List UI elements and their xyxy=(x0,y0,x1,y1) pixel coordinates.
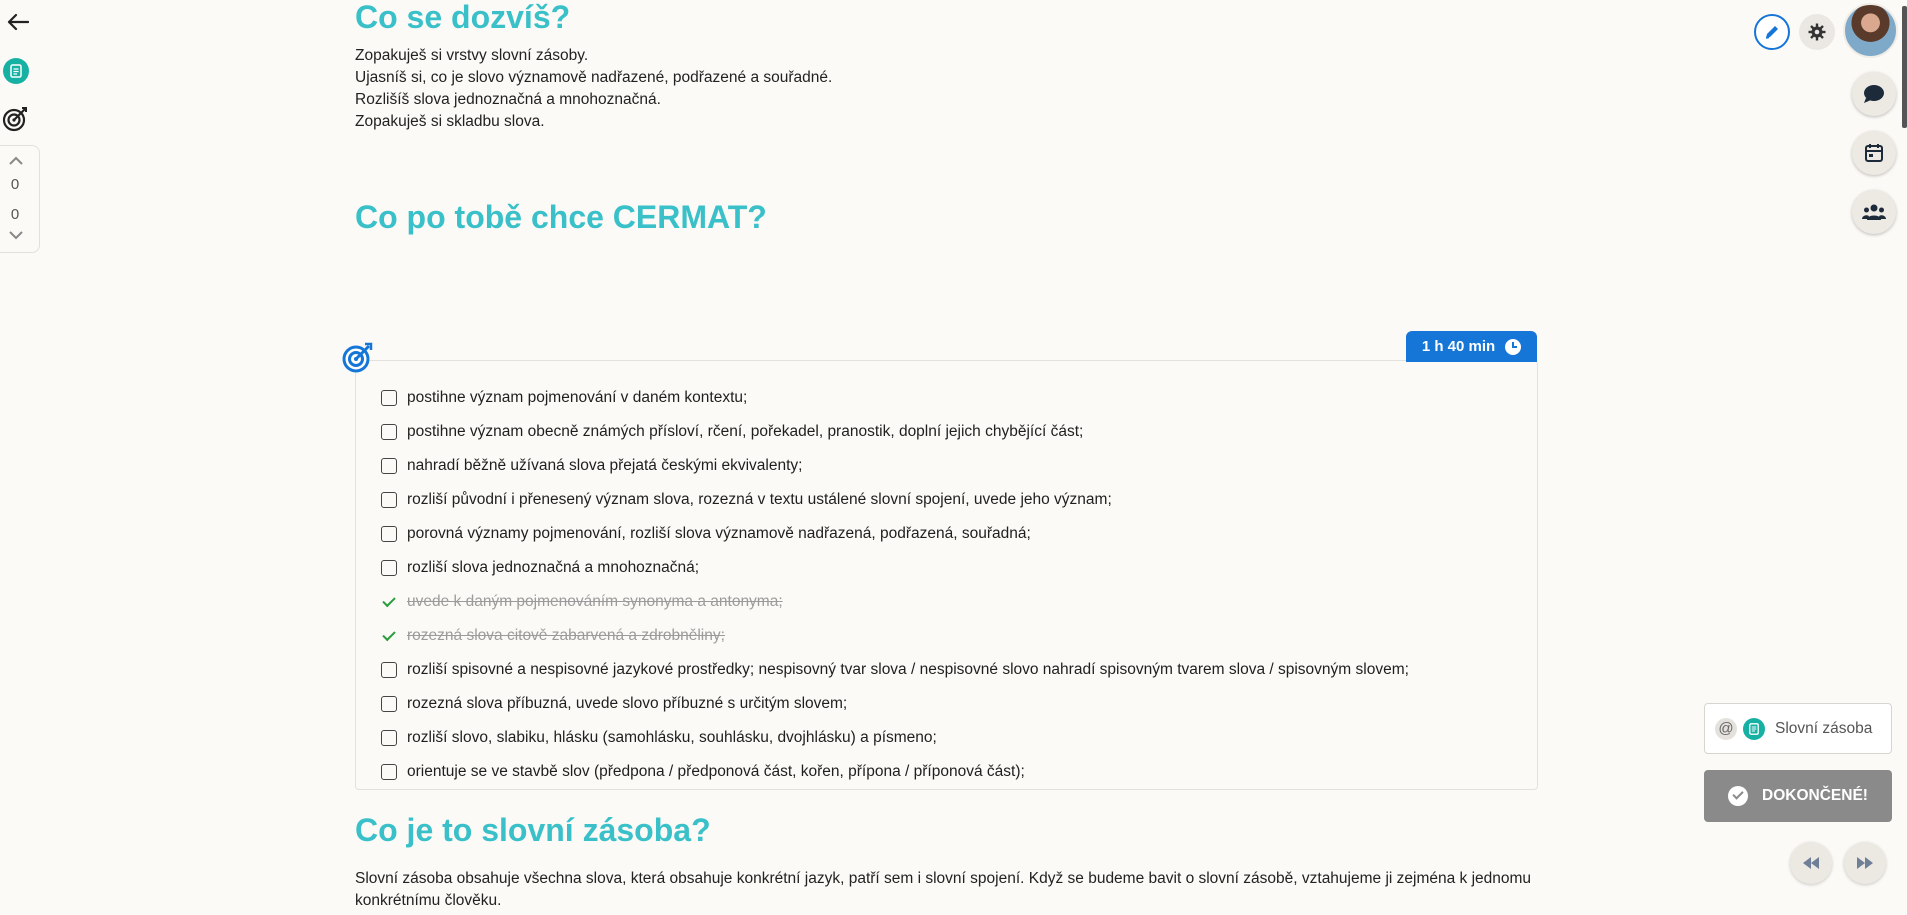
vote-panel: 0 0 xyxy=(0,145,40,253)
chevron-up-icon[interactable] xyxy=(8,154,24,168)
objectives-card: 1 h 40 min postihne význam pojmenování v… xyxy=(342,331,1538,790)
section-title-learn: Co se dozvíš? xyxy=(355,0,571,35)
objective-item: rozliší původní i přenesený význam slova… xyxy=(381,491,1521,525)
objective-item: porovná významy pojmenování, rozliší slo… xyxy=(381,525,1521,559)
target-icon[interactable] xyxy=(2,105,30,133)
objective-item: nahradí běžně užívaná slova přejatá česk… xyxy=(381,457,1521,491)
topic-tag-label: Slovní zásoba xyxy=(1775,719,1873,737)
objective-text: rozezná slova citově zabarvená a zdrobně… xyxy=(407,627,725,644)
objective-text: rozliší původní i přenesený význam slova… xyxy=(407,491,1112,508)
chevron-down-icon[interactable] xyxy=(8,228,24,242)
objective-item: rozliší slova jednoznačná a mnohoznačná; xyxy=(381,559,1521,593)
section-title-vocabulary: Co je to slovní zásoba? xyxy=(355,812,711,848)
time-estimate: 1 h 40 min xyxy=(1421,338,1496,355)
objective-checkbox[interactable] xyxy=(381,662,397,678)
scrollbar-thumb[interactable] xyxy=(1902,6,1907,128)
left-rail: 0 0 xyxy=(0,0,40,915)
objective-text: uvede k daným pojmenováním synonyma a an… xyxy=(407,593,783,610)
check-circle-icon xyxy=(1728,786,1749,806)
learn-intro: Zopakuješ si vrstvy slovní zásoby. Ujasn… xyxy=(355,45,832,133)
objective-item: rozliší slovo, slabiku, hlásku (samohlás… xyxy=(381,729,1521,763)
intro-line: Rozlišíš slova jednoznačná a mnohoznačná… xyxy=(355,91,661,108)
objective-checkbox[interactable] xyxy=(381,526,397,542)
objective-text: porovná významy pojmenování, rozliší slo… xyxy=(407,525,1031,542)
objective-item-done: rozezná slova citově zabarvená a zdrobně… xyxy=(381,627,1521,661)
section-title-cermat: Co po tobě chce CERMAT? xyxy=(355,199,767,235)
objective-item-done: uvede k daným pojmenováním synonyma a an… xyxy=(381,593,1521,627)
complete-button[interactable]: DOKONČENÉ! xyxy=(1704,770,1892,822)
objective-checkbox[interactable] xyxy=(381,696,397,712)
objective-text: postihne význam obecně známých přísloví,… xyxy=(407,423,1084,440)
objective-item: rozliší spisovné a nespisovné jazykové p… xyxy=(381,661,1521,695)
target-icon xyxy=(340,339,376,375)
objective-text: nahradí běžně užívaná slova přejatá česk… xyxy=(407,457,803,474)
check-icon[interactable] xyxy=(381,628,397,644)
intro-line: Ujasníš si, co je slovo významově nadřaz… xyxy=(355,69,833,86)
back-arrow-icon[interactable] xyxy=(4,8,32,36)
objective-text: postihne význam pojmenování v daném kont… xyxy=(407,389,748,406)
topic-tag[interactable]: @ Slovní zásoba xyxy=(1704,703,1892,754)
objective-item: orientuje se ve stavbě slov (předpona / … xyxy=(381,763,1521,797)
page-scrollbar[interactable] xyxy=(1877,0,1907,915)
document-icon xyxy=(1743,717,1765,740)
objective-checkbox[interactable] xyxy=(381,560,397,576)
objective-item: rozezná slova příbuzná, uvede slovo příb… xyxy=(381,695,1521,729)
objective-checkbox[interactable] xyxy=(381,492,397,508)
objective-text: rozliší slova jednoznačná a mnohoznačná; xyxy=(407,559,700,576)
intro-line: Zopakuješ si vrstvy slovní zásoby. xyxy=(355,47,589,64)
objective-checkbox[interactable] xyxy=(381,390,397,406)
objective-checkbox[interactable] xyxy=(381,458,397,474)
complete-button-label: DOKONČENÉ! xyxy=(1762,787,1868,804)
objective-text: rozliší slovo, slabiku, hlásku (samohlás… xyxy=(407,729,937,746)
clock-icon xyxy=(1505,338,1522,355)
objective-text: orientuje se ve stavbě slov (předpona / … xyxy=(407,763,1025,780)
document-icon[interactable] xyxy=(3,58,29,84)
intro-line: Zopakuješ si skladbu slova. xyxy=(355,113,545,130)
objective-checkbox[interactable] xyxy=(381,730,397,746)
gear-icon[interactable] xyxy=(1799,14,1835,50)
objective-checkbox[interactable] xyxy=(381,424,397,440)
objectives-list: postihne význam pojmenování v daném kont… xyxy=(381,389,1521,797)
check-icon[interactable] xyxy=(381,594,397,610)
vote-up-count: 0 xyxy=(10,176,20,193)
objective-text: rozezná slova příbuzná, uvede slovo příb… xyxy=(407,695,848,712)
objective-item: postihne význam obecně známých přísloví,… xyxy=(381,423,1521,457)
vocabulary-paragraph: Slovní zásoba obsahuje všechna slova, kt… xyxy=(355,870,1532,909)
edit-pencil-icon[interactable] xyxy=(1754,14,1790,50)
at-icon: @ xyxy=(1715,717,1737,740)
time-estimate-badge: 1 h 40 min xyxy=(1406,331,1537,362)
vote-down-count: 0 xyxy=(10,206,20,223)
objective-item: postihne význam pojmenování v daném kont… xyxy=(381,389,1521,423)
objective-text: rozliší spisovné a nespisovné jazykové p… xyxy=(407,661,1409,678)
rewind-icon[interactable] xyxy=(1790,842,1832,884)
objective-checkbox[interactable] xyxy=(381,764,397,780)
